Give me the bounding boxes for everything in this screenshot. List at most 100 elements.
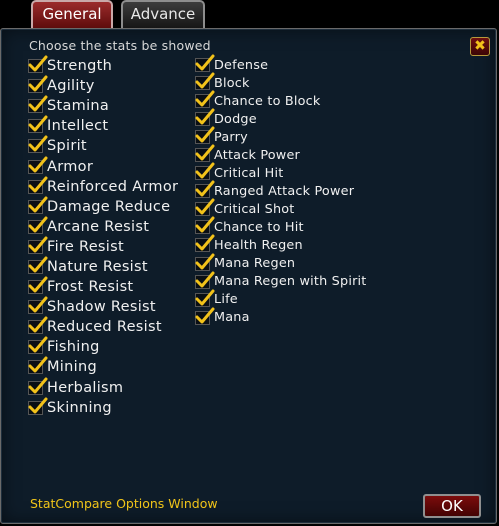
close-button[interactable]: ✖ bbox=[470, 37, 490, 56]
stat-option-label: Mana Regen with Spirit bbox=[214, 274, 367, 290]
stat-option-label: Reinforced Armor bbox=[47, 178, 179, 195]
stat-option-row[interactable]: Skinning bbox=[28, 397, 178, 418]
checkmark-icon bbox=[28, 55, 48, 72]
stat-checkbox[interactable] bbox=[195, 253, 215, 271]
checkmark-icon bbox=[195, 72, 215, 89]
stat-checkbox[interactable] bbox=[195, 126, 215, 145]
stat-checkbox[interactable] bbox=[195, 72, 215, 91]
stat-checkbox[interactable] bbox=[28, 196, 48, 214]
stat-option-row[interactable]: Arcane Resist bbox=[28, 216, 178, 237]
stat-checkbox[interactable] bbox=[195, 144, 215, 163]
stat-checkbox[interactable] bbox=[28, 296, 48, 315]
stat-checkbox[interactable] bbox=[195, 162, 215, 181]
checkmark-icon bbox=[195, 90, 215, 107]
stat-checkbox[interactable] bbox=[28, 216, 48, 234]
stat-checkbox[interactable] bbox=[195, 307, 215, 325]
stat-option-row[interactable]: Ranged Attack Power bbox=[195, 180, 367, 200]
stat-option-row[interactable]: Fishing bbox=[28, 336, 178, 357]
stat-checkbox[interactable] bbox=[195, 90, 215, 109]
stat-option-label: Mining bbox=[47, 359, 97, 376]
checkmark-icon bbox=[195, 216, 215, 233]
stat-option-row[interactable]: Damage Reduce bbox=[28, 196, 178, 217]
stat-checkbox[interactable] bbox=[28, 336, 48, 355]
stat-checkbox[interactable] bbox=[28, 256, 48, 274]
stat-checkbox[interactable] bbox=[28, 156, 48, 174]
checkmark-icon bbox=[28, 336, 48, 353]
stat-checkbox[interactable] bbox=[28, 397, 48, 415]
stat-option-row[interactable]: Reinforced Armor bbox=[28, 176, 179, 197]
stat-option-label: Parry bbox=[214, 129, 248, 145]
stat-checkbox[interactable] bbox=[195, 108, 215, 127]
stat-checkbox[interactable] bbox=[28, 95, 48, 114]
checkmark-icon bbox=[28, 95, 48, 112]
checkmark-icon bbox=[195, 126, 215, 143]
stat-option-row[interactable]: Defense bbox=[195, 54, 367, 74]
stat-checkbox[interactable] bbox=[28, 276, 48, 295]
stat-checkbox[interactable] bbox=[28, 316, 48, 335]
stat-checkbox[interactable] bbox=[28, 115, 48, 134]
stat-option-row[interactable]: Mana bbox=[195, 307, 367, 327]
tab-general[interactable]: General bbox=[31, 0, 113, 28]
stat-option-label: Mana bbox=[214, 310, 250, 326]
stat-checkbox[interactable] bbox=[28, 75, 48, 94]
stat-option-row[interactable]: Fire Resist bbox=[28, 236, 178, 257]
stat-option-row[interactable]: Herbalism bbox=[28, 377, 178, 398]
stat-checkbox[interactable] bbox=[28, 377, 48, 395]
checkmark-icon bbox=[195, 289, 215, 306]
stat-checkbox[interactable] bbox=[195, 54, 215, 73]
stat-option-row[interactable]: Mining bbox=[28, 356, 178, 377]
stat-option-row[interactable]: Block bbox=[195, 72, 367, 92]
ok-button[interactable]: OK bbox=[423, 494, 481, 518]
stat-checkbox[interactable] bbox=[28, 356, 48, 375]
checkmark-icon bbox=[28, 356, 48, 373]
stat-option-label: Critical Hit bbox=[214, 165, 284, 181]
stat-option-row[interactable]: Strength bbox=[28, 55, 178, 76]
stat-checkbox[interactable] bbox=[28, 55, 48, 74]
stat-option-row[interactable]: Intellect bbox=[28, 115, 178, 136]
stat-option-row[interactable]: Life bbox=[195, 289, 367, 309]
stat-checkbox[interactable] bbox=[28, 236, 48, 254]
stat-option-label: Armor bbox=[47, 158, 94, 175]
stat-option-row[interactable]: Attack Power bbox=[195, 144, 367, 164]
checkmark-icon bbox=[28, 236, 48, 253]
stat-option-row[interactable]: Chance to Block bbox=[195, 90, 367, 110]
stat-option-label: Life bbox=[214, 292, 238, 308]
stat-option-label: Chance to Block bbox=[214, 93, 321, 109]
stat-option-row[interactable]: Frost Resist bbox=[28, 276, 178, 297]
stat-option-row[interactable]: Shadow Resist bbox=[28, 296, 178, 317]
stat-option-label: Fire Resist bbox=[47, 238, 124, 255]
stat-option-label: Herbalism bbox=[47, 379, 124, 396]
stat-option-row[interactable]: Armor bbox=[28, 156, 178, 176]
checkmark-icon bbox=[195, 234, 215, 251]
stat-option-label: Shadow Resist bbox=[47, 299, 156, 316]
stat-option-row[interactable]: Chance to Hit bbox=[195, 216, 367, 236]
checkmark-icon bbox=[28, 296, 48, 313]
stat-option-row[interactable]: Dodge bbox=[195, 108, 367, 128]
stat-option-label: Intellect bbox=[47, 118, 109, 135]
stat-option-row[interactable]: Spirit bbox=[28, 135, 178, 156]
stat-option-row[interactable]: Critical Hit bbox=[195, 162, 367, 182]
checkmark-icon bbox=[28, 196, 48, 213]
stat-option-row[interactable]: Mana Regen bbox=[195, 253, 367, 273]
stat-checkbox[interactable] bbox=[195, 234, 215, 253]
stat-checkbox[interactable] bbox=[195, 216, 215, 235]
checkmark-icon bbox=[28, 397, 48, 414]
stat-checkbox[interactable] bbox=[195, 198, 215, 217]
stat-option-row[interactable]: Parry bbox=[195, 126, 367, 146]
stat-checkbox[interactable] bbox=[28, 176, 48, 194]
stat-option-row[interactable]: Mana Regen with Spirit bbox=[195, 271, 367, 291]
checkmark-icon bbox=[195, 54, 215, 71]
stat-option-row[interactable]: Critical Shot bbox=[195, 198, 367, 218]
stat-option-label: Block bbox=[214, 75, 250, 91]
stat-option-row[interactable]: Reduced Resist bbox=[28, 316, 178, 337]
stat-checkbox[interactable] bbox=[195, 289, 215, 307]
stat-option-row[interactable]: Health Regen bbox=[195, 234, 367, 254]
tab-advance[interactable]: Advance bbox=[121, 0, 205, 28]
stat-option-row[interactable]: Stamina bbox=[28, 95, 178, 116]
stat-checkbox[interactable] bbox=[28, 135, 48, 154]
stat-option-row[interactable]: Agility bbox=[28, 75, 178, 96]
checkmark-icon bbox=[195, 307, 215, 324]
stat-option-row[interactable]: Nature Resist bbox=[28, 256, 178, 277]
stat-checkbox[interactable] bbox=[195, 271, 215, 289]
stat-checkbox[interactable] bbox=[195, 180, 215, 199]
